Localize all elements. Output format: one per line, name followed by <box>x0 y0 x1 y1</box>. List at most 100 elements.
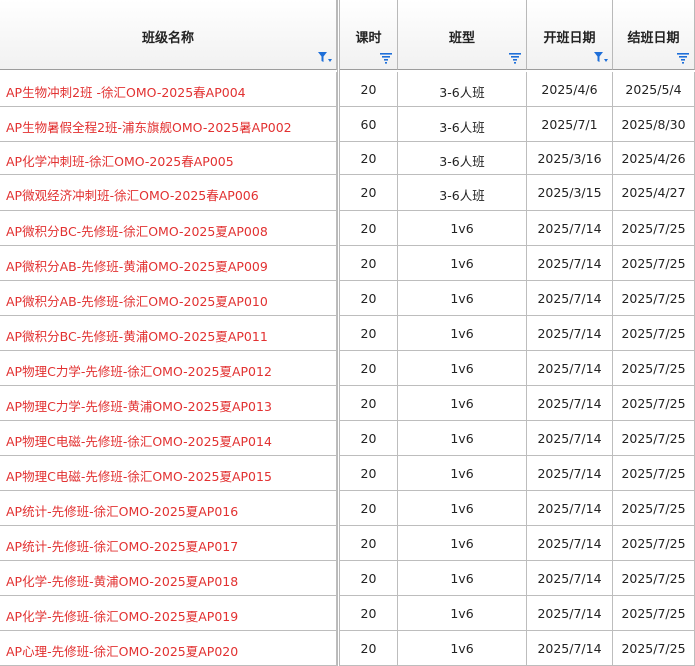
cell-class-type[interactable]: 1v6 <box>398 631 527 666</box>
cell-class-type[interactable]: 3-6人班 <box>398 175 527 211</box>
filter-icon[interactable] <box>318 52 332 64</box>
cell-start-date[interactable]: 2025/7/14 <box>527 246 613 281</box>
cell-end-date[interactable]: 2025/7/25 <box>613 316 695 351</box>
header-hours[interactable]: 课时 <box>340 0 398 70</box>
table-row[interactable]: AP化学冲刺班-徐汇OMO-2025春AP005 20 3-6人班 2025/3/16… <box>0 142 695 175</box>
cell-class-name[interactable]: AP微积分AB-先修班-徐汇OMO-2025夏AP010 <box>0 281 337 316</box>
cell-class-type[interactable]: 1v6 <box>398 386 527 421</box>
table-row[interactable]: AP心理-先修班-徐汇OMO-2025夏AP020 20 1v6 2025/7/14 2… <box>0 631 695 666</box>
table-row[interactable]: AP统计-先修班-徐汇OMO-2025夏AP017 20 1v6 2025/7/14 2… <box>0 526 695 561</box>
cell-class-type[interactable]: 1v6 <box>398 246 527 281</box>
cell-start-date[interactable]: 2025/3/16 <box>527 142 613 175</box>
cell-hours[interactable]: 20 <box>340 561 398 596</box>
cell-hours[interactable]: 20 <box>340 246 398 281</box>
cell-hours[interactable]: 20 <box>340 491 398 526</box>
table-row[interactable]: AP生物冲刺2班 -徐汇OMO-2025春AP004 20 3-6人班 2025/4/… <box>0 72 695 107</box>
cell-end-date[interactable]: 2025/5/4 <box>613 72 695 107</box>
table-row[interactable]: AP物理C力学-先修班-黄浦OMO-2025夏AP013 20 1v6 2025/7/… <box>0 386 695 421</box>
cell-end-date[interactable]: 2025/7/25 <box>613 491 695 526</box>
cell-end-date[interactable]: 2025/7/25 <box>613 211 695 246</box>
cell-class-name[interactable]: AP微积分BC-先修班-黄浦OMO-2025夏AP011 <box>0 316 337 351</box>
cell-class-name[interactable]: AP物理C力学-先修班-黄浦OMO-2025夏AP013 <box>0 386 337 421</box>
cell-end-date[interactable]: 2025/7/25 <box>613 456 695 491</box>
cell-class-name[interactable]: AP物理C电磁-先修班-徐汇OMO-2025夏AP014 <box>0 421 337 456</box>
header-class-name[interactable]: 班级名称 <box>0 0 337 70</box>
cell-start-date[interactable]: 2025/7/14 <box>527 351 613 386</box>
cell-class-name[interactable]: AP统计-先修班-徐汇OMO-2025夏AP017 <box>0 526 337 561</box>
cell-end-date[interactable]: 2025/7/25 <box>613 351 695 386</box>
header-start-date[interactable]: 开班日期 <box>527 0 613 70</box>
cell-class-type[interactable]: 3-6人班 <box>398 142 527 175</box>
cell-start-date[interactable]: 2025/7/14 <box>527 421 613 456</box>
cell-hours[interactable]: 60 <box>340 107 398 142</box>
cell-start-date[interactable]: 2025/7/14 <box>527 281 613 316</box>
cell-start-date[interactable]: 2025/4/6 <box>527 72 613 107</box>
filter-icon[interactable] <box>508 52 522 64</box>
table-row[interactable]: AP物理C电磁-先修班-徐汇OMO-2025夏AP015 20 1v6 2025/7/… <box>0 456 695 491</box>
cell-end-date[interactable]: 2025/4/26 <box>613 142 695 175</box>
cell-class-name[interactable]: AP心理-先修班-徐汇OMO-2025夏AP020 <box>0 631 337 666</box>
cell-end-date[interactable]: 2025/4/27 <box>613 175 695 211</box>
cell-class-type[interactable]: 1v6 <box>398 456 527 491</box>
cell-class-type[interactable]: 3-6人班 <box>398 72 527 107</box>
filter-icon[interactable] <box>676 52 690 64</box>
cell-start-date[interactable]: 2025/7/14 <box>527 316 613 351</box>
cell-end-date[interactable]: 2025/7/25 <box>613 246 695 281</box>
filter-icon[interactable] <box>379 52 393 64</box>
table-row[interactable]: AP统计-先修班-徐汇OMO-2025夏AP016 20 1v6 2025/7/14 2… <box>0 491 695 526</box>
table-row[interactable]: AP生物暑假全程2班-浦东旗舰OMO-2025暑AP002 60 3-6人班 2025… <box>0 107 695 142</box>
table-row[interactable]: AP物理C电磁-先修班-徐汇OMO-2025夏AP014 20 1v6 2025/7/… <box>0 421 695 456</box>
cell-end-date[interactable]: 2025/7/25 <box>613 631 695 666</box>
cell-hours[interactable]: 20 <box>340 142 398 175</box>
cell-hours[interactable]: 20 <box>340 456 398 491</box>
header-end-date[interactable]: 结班日期 <box>613 0 695 70</box>
cell-class-type[interactable]: 1v6 <box>398 351 527 386</box>
cell-class-name[interactable]: AP物理C力学-先修班-徐汇OMO-2025夏AP012 <box>0 351 337 386</box>
filter-icon[interactable] <box>594 52 608 64</box>
cell-end-date[interactable]: 2025/7/25 <box>613 561 695 596</box>
cell-class-type[interactable]: 1v6 <box>398 316 527 351</box>
cell-start-date[interactable]: 2025/7/14 <box>527 491 613 526</box>
cell-class-type[interactable]: 1v6 <box>398 421 527 456</box>
cell-hours[interactable]: 20 <box>340 175 398 211</box>
cell-start-date[interactable]: 2025/7/14 <box>527 456 613 491</box>
cell-class-name[interactable]: AP化学-先修班-黄浦OMO-2025夏AP018 <box>0 561 337 596</box>
cell-class-type[interactable]: 1v6 <box>398 596 527 631</box>
cell-hours[interactable]: 20 <box>340 72 398 107</box>
cell-end-date[interactable]: 2025/7/25 <box>613 421 695 456</box>
cell-hours[interactable]: 20 <box>340 281 398 316</box>
header-class-type[interactable]: 班型 <box>398 0 527 70</box>
table-row[interactable]: AP微观经济冲刺班-徐汇OMO-2025春AP006 20 3-6人班 2025/3/… <box>0 175 695 211</box>
cell-end-date[interactable]: 2025/7/25 <box>613 386 695 421</box>
cell-class-name[interactable]: AP生物暑假全程2班-浦东旗舰OMO-2025暑AP002 <box>0 107 337 142</box>
cell-hours[interactable]: 20 <box>340 631 398 666</box>
cell-hours[interactable]: 20 <box>340 351 398 386</box>
table-row[interactable]: AP微积分BC-先修班-黄浦OMO-2025夏AP011 20 1v6 2025/7/… <box>0 316 695 351</box>
cell-class-type[interactable]: 1v6 <box>398 526 527 561</box>
table-row[interactable]: AP微积分AB-先修班-黄浦OMO-2025夏AP009 20 1v6 2025/7/… <box>0 246 695 281</box>
cell-end-date[interactable]: 2025/7/25 <box>613 596 695 631</box>
table-row[interactable]: AP化学-先修班-黄浦OMO-2025夏AP018 20 1v6 2025/7/14 2… <box>0 561 695 596</box>
cell-end-date[interactable]: 2025/8/30 <box>613 107 695 142</box>
cell-class-name[interactable]: AP化学-先修班-徐汇OMO-2025夏AP019 <box>0 596 337 631</box>
cell-hours[interactable]: 20 <box>340 526 398 561</box>
cell-hours[interactable]: 20 <box>340 211 398 246</box>
cell-start-date[interactable]: 2025/7/14 <box>527 561 613 596</box>
cell-start-date[interactable]: 2025/3/15 <box>527 175 613 211</box>
cell-class-type[interactable]: 1v6 <box>398 491 527 526</box>
cell-class-name[interactable]: AP微观经济冲刺班-徐汇OMO-2025春AP006 <box>0 175 337 211</box>
table-row[interactable]: AP化学-先修班-徐汇OMO-2025夏AP019 20 1v6 2025/7/14 2… <box>0 596 695 631</box>
cell-class-name[interactable]: AP物理C电磁-先修班-徐汇OMO-2025夏AP015 <box>0 456 337 491</box>
table-row[interactable]: AP物理C力学-先修班-徐汇OMO-2025夏AP012 20 1v6 2025/7/… <box>0 351 695 386</box>
cell-start-date[interactable]: 2025/7/14 <box>527 631 613 666</box>
cell-start-date[interactable]: 2025/7/14 <box>527 596 613 631</box>
cell-class-name[interactable]: AP生物冲刺2班 -徐汇OMO-2025春AP004 <box>0 72 337 107</box>
cell-end-date[interactable]: 2025/7/25 <box>613 281 695 316</box>
cell-class-name[interactable]: AP统计-先修班-徐汇OMO-2025夏AP016 <box>0 491 337 526</box>
table-row[interactable]: AP微积分AB-先修班-徐汇OMO-2025夏AP010 20 1v6 2025/7/… <box>0 281 695 316</box>
cell-start-date[interactable]: 2025/7/1 <box>527 107 613 142</box>
cell-class-type[interactable]: 1v6 <box>398 281 527 316</box>
cell-class-type[interactable]: 1v6 <box>398 211 527 246</box>
cell-end-date[interactable]: 2025/7/25 <box>613 526 695 561</box>
cell-class-type[interactable]: 1v6 <box>398 561 527 596</box>
